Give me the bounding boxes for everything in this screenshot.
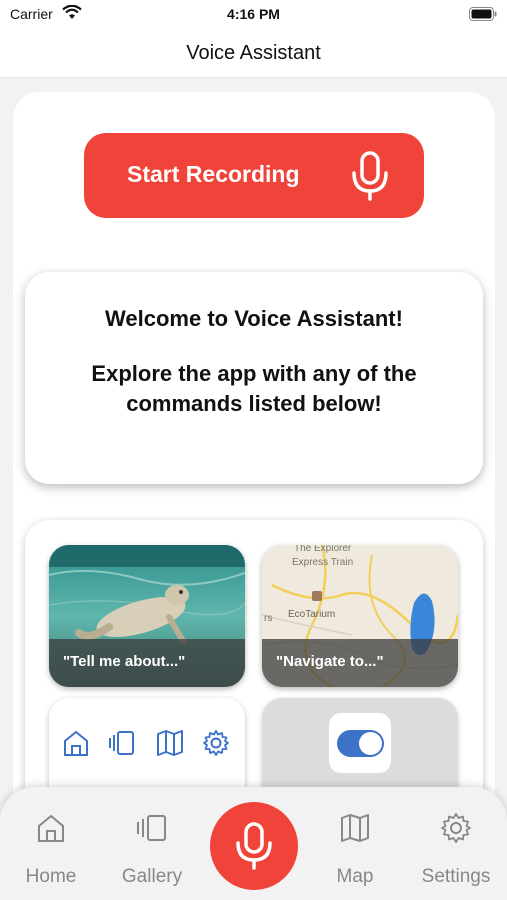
tab-label: Settings xyxy=(421,866,491,887)
tab-map[interactable]: Map xyxy=(305,787,405,900)
gear-icon xyxy=(203,730,229,756)
page-title: Voice Assistant xyxy=(186,42,321,64)
tell-me-about-tile[interactable]: "Tell me about..." xyxy=(49,545,245,687)
microphone-icon xyxy=(352,151,388,201)
welcome-title: Welcome to Voice Assistant! xyxy=(105,306,403,331)
microphone-icon xyxy=(236,822,272,870)
welcome-body: Explore the app with any of the commands… xyxy=(91,361,417,416)
start-recording-button[interactable]: Start Recording xyxy=(84,133,424,218)
center-microphone-button[interactable] xyxy=(210,802,298,890)
tile-caption: "Navigate to..." xyxy=(262,639,458,687)
tab-bar: Home Gallery Map Settings xyxy=(0,787,507,900)
status-bar: Carrier 4:16 PM xyxy=(0,0,507,30)
status-time: 4:16 PM xyxy=(227,6,280,22)
map-label: Express Train xyxy=(292,557,353,568)
map-icon xyxy=(157,730,183,756)
tile-caption: "Tell me about..." xyxy=(49,639,245,687)
tab-settings[interactable]: Settings xyxy=(405,787,507,900)
gear-icon xyxy=(441,813,471,843)
home-icon xyxy=(64,730,88,756)
welcome-card: Welcome to Voice Assistant! Explore the … xyxy=(25,272,483,484)
gallery-icon xyxy=(109,731,134,755)
battery-icon xyxy=(469,7,497,21)
gallery-icon xyxy=(137,815,166,841)
map-label: rs xyxy=(264,613,272,624)
tab-gallery[interactable]: Gallery xyxy=(102,787,202,900)
toggle-switch[interactable] xyxy=(337,730,384,757)
navigate-to-tile[interactable]: The Explorer Express Train EcoTarium rs … xyxy=(262,545,458,687)
home-icon xyxy=(38,814,64,842)
tab-label: Gallery xyxy=(121,866,183,887)
map-icon xyxy=(341,814,369,842)
start-recording-label: Start Recording xyxy=(127,161,300,187)
map-label: The Explorer xyxy=(294,545,352,554)
main-card: Start Recording Welcome to Voice Assista… xyxy=(13,92,495,900)
tab-home[interactable]: Home xyxy=(0,787,102,900)
toggle-container xyxy=(329,713,391,773)
map-label: EcoTarium xyxy=(288,609,335,620)
tab-label: Home xyxy=(25,866,77,887)
navigation-bar: Voice Assistant xyxy=(0,30,507,78)
tab-label: Map xyxy=(336,866,374,887)
toggle-knob xyxy=(359,732,382,755)
